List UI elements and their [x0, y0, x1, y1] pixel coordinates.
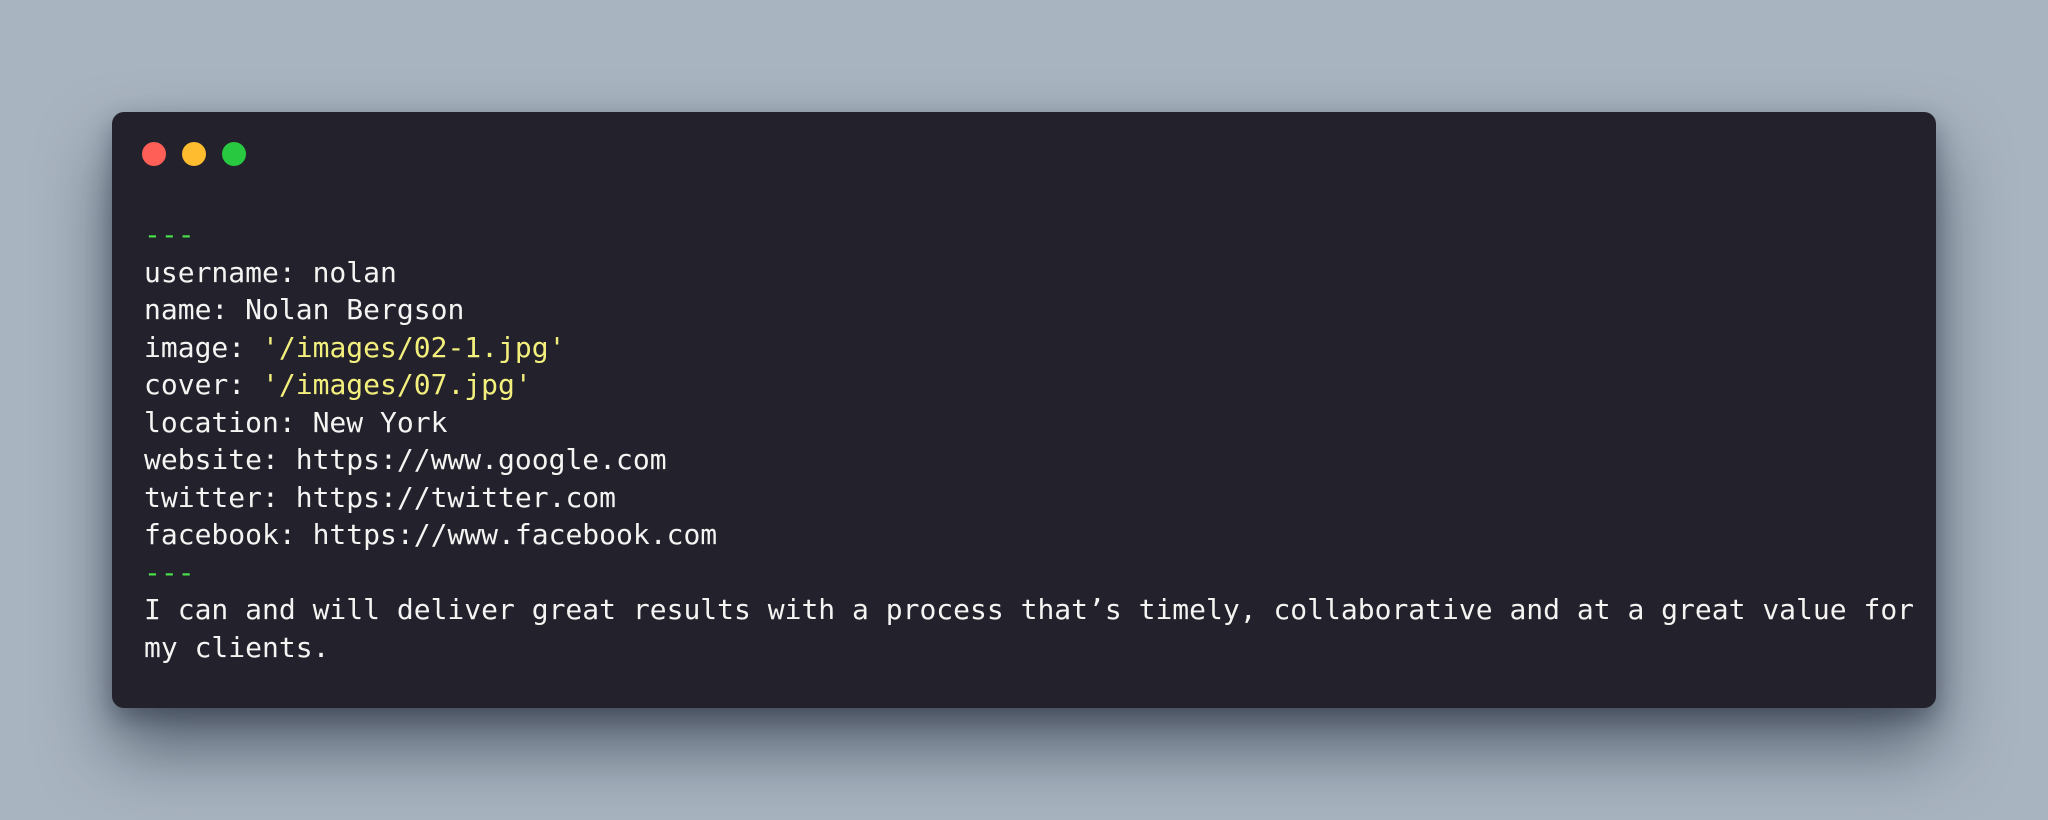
code-line-cover: cover: '/images/07.jpg'	[144, 366, 1924, 404]
field-key: website:	[144, 443, 296, 476]
code-line-image: image: '/images/02-1.jpg'	[144, 329, 1924, 367]
field-value-string: '/images/02-1.jpg'	[262, 330, 566, 364]
field-key: twitter:	[144, 480, 296, 514]
field-value: New York	[312, 405, 448, 439]
body-text: I can and will deliver great results wit…	[144, 593, 1915, 664]
field-key: location:	[144, 405, 313, 439]
code-line-username: username: nolan	[144, 254, 1924, 292]
field-value: https://www.google.com	[295, 443, 667, 476]
field-key: facebook:	[144, 518, 313, 551]
field-value-string: '/images/07.jpg'	[262, 368, 532, 401]
code-line-website: website: https://www.google.com	[144, 441, 1924, 479]
field-value: https://www.facebook.com	[312, 518, 718, 551]
maximize-button[interactable]	[222, 142, 246, 166]
field-key: name:	[144, 293, 246, 326]
frontmatter-delimiter-close: ---	[144, 555, 195, 589]
field-value: Nolan Bergson	[245, 293, 465, 326]
code-block: --- username: nolan name: Nolan Bergson …	[144, 216, 1924, 666]
code-line-name: name: Nolan Bergson	[144, 291, 1924, 329]
field-key: image:	[144, 330, 263, 364]
field-value: nolan	[312, 255, 397, 289]
field-value: https://twitter.com	[295, 480, 617, 514]
field-key: username:	[144, 255, 313, 289]
minimize-button[interactable]	[182, 142, 206, 166]
code-line: ---	[144, 216, 1924, 254]
field-key: cover:	[144, 368, 263, 401]
frontmatter-delimiter-open: ---	[144, 218, 195, 251]
code-window: --- username: nolan name: Nolan Bergson …	[112, 112, 1936, 708]
code-line: ---	[144, 554, 1924, 592]
code-line-location: location: New York	[144, 404, 1924, 442]
close-button[interactable]	[142, 142, 166, 166]
code-line-facebook: facebook: https://www.facebook.com	[144, 516, 1924, 554]
window-controls	[142, 142, 246, 166]
code-line-twitter: twitter: https://twitter.com	[144, 479, 1924, 517]
